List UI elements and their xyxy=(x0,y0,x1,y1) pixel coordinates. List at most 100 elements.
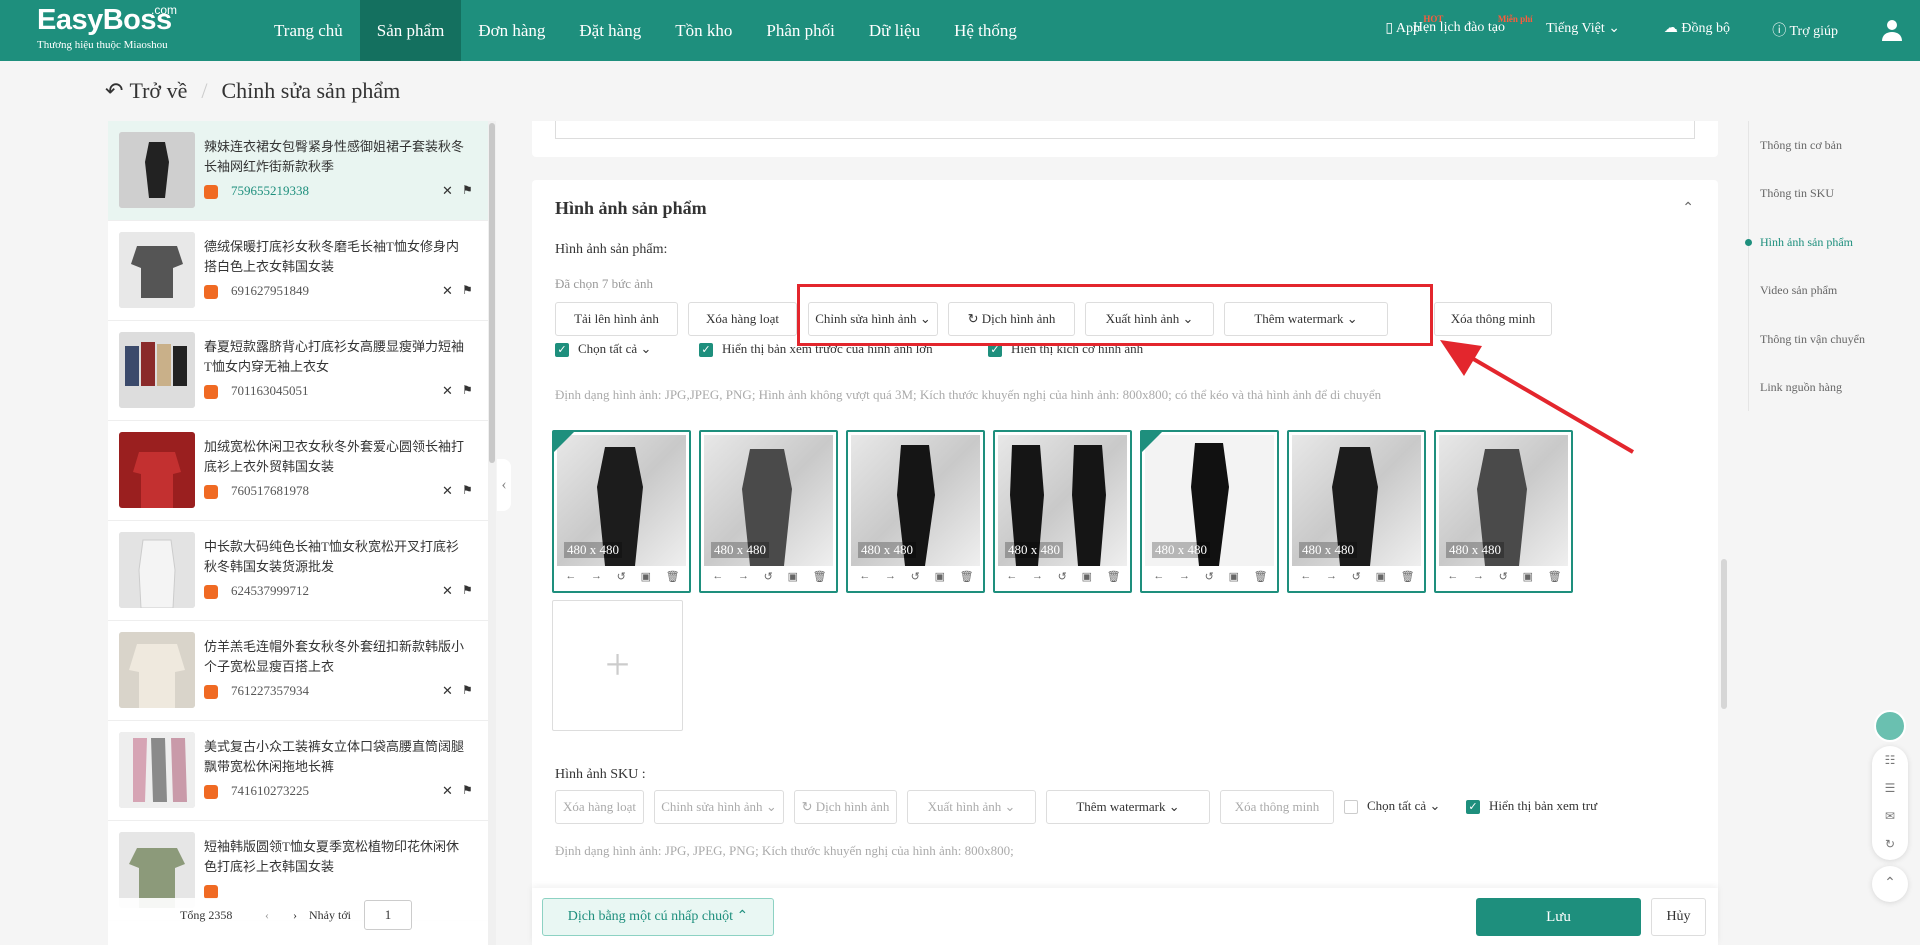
list-item[interactable]: 德绒保暖打底衫女秋冬磨毛长袖T恤女修身内搭白色上衣女韩国女装 691627951… xyxy=(108,221,488,321)
nav-orders[interactable]: Đơn hàng xyxy=(461,0,562,61)
anchor-product-video[interactable]: Video sản phẩm xyxy=(1760,283,1837,298)
one-click-translate-button[interactable]: Dịch bằng một cú nhấp chuột ⌃ xyxy=(542,898,774,936)
image-card[interactable]: 480 x 480 ← → ↺ ▣ 🗑 xyxy=(1287,430,1426,593)
replace-icon[interactable]: ↺ xyxy=(1499,570,1508,583)
close-icon[interactable]: ✕ xyxy=(442,683,453,699)
edit-image-icon[interactable]: ▣ xyxy=(788,570,798,583)
support-avatar[interactable] xyxy=(1874,710,1906,742)
move-right-icon[interactable]: → xyxy=(738,570,749,583)
help-doc-icon[interactable]: ☷ xyxy=(1872,746,1908,774)
close-icon[interactable]: ✕ xyxy=(442,383,453,399)
flag-icon[interactable]: ⚑ xyxy=(462,683,473,698)
move-left-icon[interactable]: ← xyxy=(1447,570,1458,583)
list-item[interactable]: 加绒宽松休闲卫衣女秋冬外套爱心圆领长袖打底衫上衣外贸韩国女装 760517681… xyxy=(108,421,488,521)
image-card[interactable]: 480 x 480 ← → ↺ ▣ 🗑 xyxy=(1140,430,1279,593)
replace-icon[interactable]: ↺ xyxy=(1352,570,1361,583)
bulk-delete-button[interactable]: Xóa hàng loạt xyxy=(688,302,797,336)
sync-button[interactable]: ☁ Đồng bộ xyxy=(1664,20,1730,37)
save-button[interactable]: Lưu xyxy=(1476,898,1641,936)
replace-icon[interactable]: ↺ xyxy=(911,570,920,583)
prev-page-icon[interactable]: ‹ xyxy=(265,908,269,923)
move-right-icon[interactable]: → xyxy=(1473,570,1484,583)
page-jump-input[interactable]: 1 xyxy=(364,900,412,930)
edit-image-icon[interactable]: ▣ xyxy=(1376,570,1386,583)
list-scrollbar[interactable] xyxy=(488,121,496,945)
edit-image-icon[interactable]: ▣ xyxy=(935,570,945,583)
delete-icon[interactable]: 🗑 xyxy=(1107,570,1121,583)
nav-purchase[interactable]: Đặt hàng xyxy=(562,0,658,61)
sku-add-watermark-dropdown[interactable]: Thêm watermark ⌄ xyxy=(1046,790,1210,824)
collapse-up-icon[interactable]: ⌃ xyxy=(1682,200,1694,217)
delete-icon[interactable]: 🗑 xyxy=(1401,570,1415,583)
move-right-icon[interactable]: → xyxy=(591,570,602,583)
anchor-product-images[interactable]: Hình ảnh sản phẩm xyxy=(1760,235,1853,250)
back-icon[interactable]: ↶ xyxy=(105,78,123,104)
move-right-icon[interactable]: → xyxy=(1032,570,1043,583)
close-icon[interactable]: ✕ xyxy=(442,183,453,199)
delete-icon[interactable]: 🗑 xyxy=(813,570,827,583)
upload-image-button[interactable]: Tải lên hình ảnh xyxy=(555,302,678,336)
sku-bulk-delete-button[interactable]: Xóa hàng loạt xyxy=(555,790,644,824)
edit-image-icon[interactable]: ▣ xyxy=(1229,570,1239,583)
move-left-icon[interactable]: ← xyxy=(712,570,723,583)
list-item[interactable]: 春夏短款露脐背心打底衫女高腰显瘦弹力短袖T恤女内穿无袖上衣女 701163045… xyxy=(108,321,488,421)
nav-home[interactable]: Trang chủ xyxy=(257,0,360,61)
nav-data[interactable]: Dữ liệu xyxy=(852,0,937,61)
delete-icon[interactable]: 🗑 xyxy=(666,570,680,583)
sku-select-all-label[interactable]: Chọn tất cả ⌄ xyxy=(1367,798,1440,814)
nav-system[interactable]: Hệ thống xyxy=(937,0,1034,61)
move-left-icon[interactable]: ← xyxy=(1153,570,1164,583)
back-to-top-icon[interactable]: ⌃ xyxy=(1872,866,1908,902)
sku-preview-checkbox[interactable]: ✓ xyxy=(1466,800,1480,814)
delete-icon[interactable]: 🗑 xyxy=(1254,570,1268,583)
next-page-icon[interactable]: › xyxy=(293,908,297,923)
move-right-icon[interactable]: → xyxy=(1326,570,1337,583)
image-card[interactable]: 480 x 480 ← → ↺ ▣ 🗑 xyxy=(699,430,838,593)
close-icon[interactable]: ✕ xyxy=(442,783,453,799)
flag-icon[interactable]: ⚑ xyxy=(462,483,473,498)
edit-image-icon[interactable]: ▣ xyxy=(1523,570,1533,583)
image-card[interactable]: 480 x 480 ← → ↺ ▣ 🗑 xyxy=(552,430,691,593)
flag-icon[interactable]: ⚑ xyxy=(462,183,473,198)
replace-icon[interactable]: ↺ xyxy=(1058,570,1067,583)
list-item[interactable]: 仿羊羔毛连帽外套女秋冬外套纽扣新款韩版小个子宽松显瘦百搭上衣 761227357… xyxy=(108,621,488,721)
flag-icon[interactable]: ⚑ xyxy=(462,283,473,298)
anchor-shipping-info[interactable]: Thông tin vận chuyển xyxy=(1760,332,1865,347)
edit-image-icon[interactable]: ▣ xyxy=(1082,570,1092,583)
anchor-sku-info[interactable]: Thông tin SKU xyxy=(1760,186,1834,201)
smart-delete-button[interactable]: Xóa thông minh xyxy=(1434,302,1552,336)
nav-inventory[interactable]: Tồn kho xyxy=(658,0,749,61)
notes-icon[interactable]: ☰ xyxy=(1872,774,1908,802)
anchor-basic-info[interactable]: Thông tin cơ bản xyxy=(1760,138,1842,153)
add-image-button[interactable]: + xyxy=(552,600,683,731)
move-left-icon[interactable]: ← xyxy=(1006,570,1017,583)
flag-icon[interactable]: ⚑ xyxy=(462,583,473,598)
sku-select-all-checkbox[interactable] xyxy=(1344,800,1358,814)
delete-icon[interactable]: 🗑 xyxy=(1548,570,1562,583)
move-left-icon[interactable]: ← xyxy=(859,570,870,583)
help-button[interactable]: ⓘ Trợ giúp xyxy=(1772,20,1838,40)
language-select[interactable]: Tiếng Việt ⌄ xyxy=(1546,20,1620,37)
sku-translate-image-button[interactable]: ↻ Dịch hình ảnh xyxy=(794,790,897,824)
list-item[interactable]: 辣妹连衣裙女包臀紧身性感御姐裙子套装秋冬长袖网红炸街新款秋季 759655219… xyxy=(108,121,488,221)
large-preview-checkbox[interactable]: ✓ xyxy=(699,343,713,357)
replace-icon[interactable]: ↺ xyxy=(764,570,773,583)
scrollbar-thumb[interactable] xyxy=(489,123,495,463)
select-all-checkbox[interactable]: ✓ xyxy=(555,343,569,357)
close-icon[interactable]: ✕ xyxy=(442,483,453,499)
main-scrollbar[interactable] xyxy=(1720,121,1728,945)
select-all-label[interactable]: Chọn tất cả ⌄ xyxy=(578,341,651,357)
close-icon[interactable]: ✕ xyxy=(442,583,453,599)
move-left-icon[interactable]: ← xyxy=(1300,570,1311,583)
sku-edit-image-dropdown[interactable]: Chỉnh sửa hình ảnh ⌄ xyxy=(654,790,784,824)
replace-icon[interactable]: ↺ xyxy=(1205,570,1214,583)
user-icon[interactable] xyxy=(1880,18,1904,42)
list-item[interactable]: 中长款大码纯色长袖T恤女秋宽松开叉打底衫秋冬韩国女装货源批发 624537999… xyxy=(108,521,488,621)
flag-icon[interactable]: ⚑ xyxy=(462,383,473,398)
collapse-list-toggle[interactable]: ‹ xyxy=(497,459,511,511)
logo[interactable]: EasyBoss .com Thương hiệu thuộc Miaoshou xyxy=(37,3,177,51)
back-link[interactable]: Trở về xyxy=(129,78,187,104)
chat-icon[interactable]: ✉ xyxy=(1872,802,1908,830)
delete-icon[interactable]: 🗑 xyxy=(960,570,974,583)
list-item[interactable]: 美式复古小众工装裤女立体口袋高腰直筒阔腿飘带宽松休闲拖地长裤 741610273… xyxy=(108,721,488,821)
